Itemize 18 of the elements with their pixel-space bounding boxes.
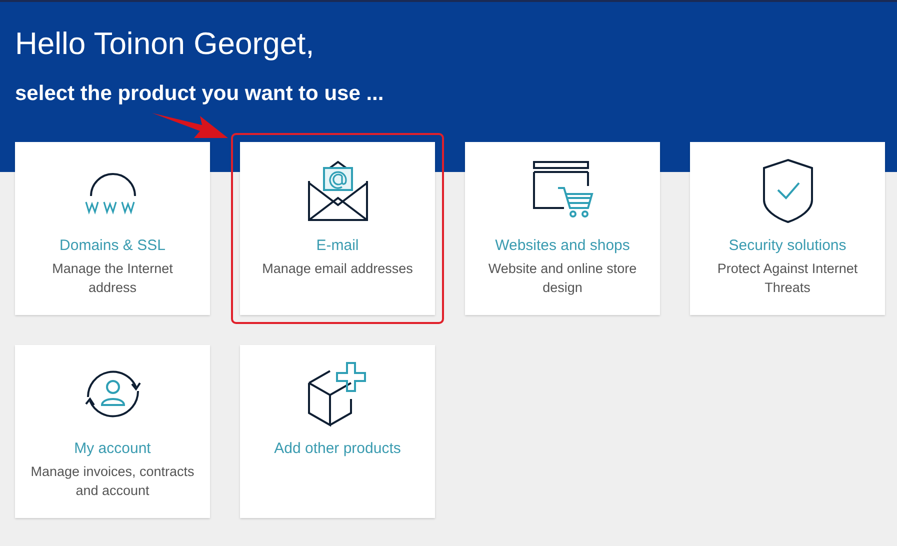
product-title: Add other products xyxy=(274,439,401,459)
product-title: My account xyxy=(74,439,151,459)
greeting-title: Hello Toinon Georget, xyxy=(15,25,316,63)
product-description: Manage invoices, contracts and account xyxy=(30,463,196,500)
product-card[interactable]: Security solutions Protect Against Internet Threats xyxy=(690,142,885,315)
subtitle: select the product you want to use ... xyxy=(15,81,385,107)
product-title: E-mail xyxy=(316,236,359,256)
product-card[interactable]: Domains & SSL Manage the Internet address xyxy=(15,142,210,315)
product-title: Websites and shops xyxy=(495,236,630,256)
product-card[interactable]: My account Manage invoices, contracts and account xyxy=(15,345,210,518)
product-card[interactable]: E-mail Manage email addresses xyxy=(240,142,435,315)
product-card[interactable]: Websites and shops Website and online store design xyxy=(465,142,660,315)
product-description: Protect Against Internet Threats xyxy=(716,260,859,297)
product-description: Website and online store design xyxy=(487,260,638,297)
product-description: Manage email addresses xyxy=(262,260,413,278)
product-title: Domains & SSL xyxy=(60,236,166,256)
product-title: Security solutions xyxy=(728,236,846,256)
product-description: Manage the Internet address xyxy=(51,260,174,297)
